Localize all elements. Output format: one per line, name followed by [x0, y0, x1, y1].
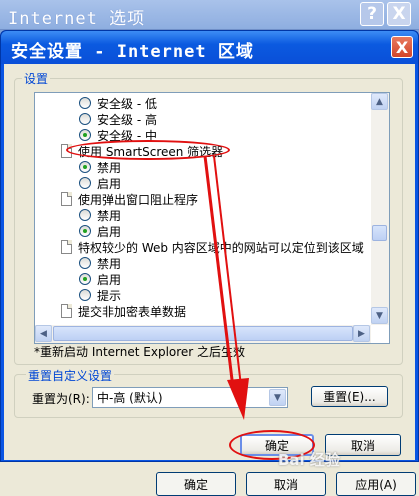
annotation-arrow-icon	[203, 155, 249, 420]
watermark: Bai 经验	[278, 451, 340, 469]
